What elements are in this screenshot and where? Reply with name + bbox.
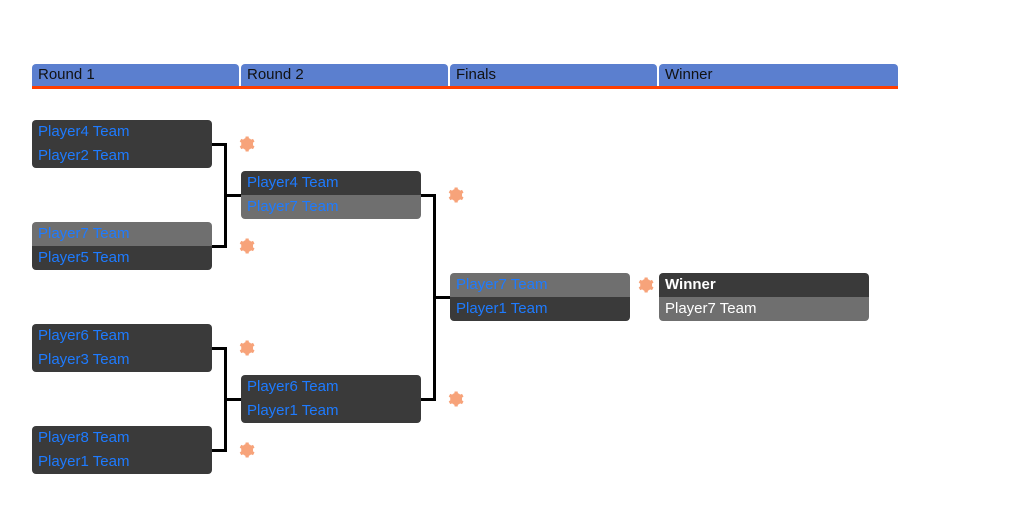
winner-label: Winner [659, 273, 869, 297]
winner-name: Player7 Team [659, 297, 869, 321]
header-underline [32, 86, 898, 89]
team-slot[interactable]: Player8 Team [32, 426, 212, 450]
team-slot[interactable]: Player7 Team [241, 195, 421, 219]
team-slot[interactable]: Player3 Team [32, 348, 212, 372]
round-header-1: Round 1 [32, 64, 239, 86]
match-r1-4: Player8 Team Player1 Team [32, 426, 212, 474]
match-r1-3: Player6 Team Player3 Team [32, 324, 212, 372]
team-slot[interactable]: Player4 Team [32, 120, 212, 144]
team-slot[interactable]: Player1 Team [241, 399, 421, 423]
gear-icon[interactable] [237, 441, 255, 459]
bracket-line [433, 296, 450, 299]
team-slot[interactable]: Player6 Team [241, 375, 421, 399]
gear-icon[interactable] [446, 186, 464, 204]
round-header-2: Round 2 [241, 64, 448, 86]
team-slot[interactable]: Player7 Team [450, 273, 630, 297]
gear-icon[interactable] [636, 276, 654, 294]
match-r2-1: Player4 Team Player7 Team [241, 171, 421, 219]
round-header-4: Winner [659, 64, 898, 86]
team-slot[interactable]: Player1 Team [450, 297, 630, 321]
bracket-line [224, 398, 241, 401]
gear-icon[interactable] [237, 237, 255, 255]
match-r2-2: Player6 Team Player1 Team [241, 375, 421, 423]
gear-icon[interactable] [237, 135, 255, 153]
winner-box: Winner Player7 Team [659, 273, 869, 321]
match-r1-2: Player7 Team Player5 Team [32, 222, 212, 270]
gear-icon[interactable] [237, 339, 255, 357]
bracket-line [224, 194, 241, 197]
team-slot[interactable]: Player5 Team [32, 246, 212, 270]
match-final: Player7 Team Player1 Team [450, 273, 630, 321]
team-slot[interactable]: Player1 Team [32, 450, 212, 474]
team-slot[interactable]: Player7 Team [32, 222, 212, 246]
team-slot[interactable]: Player2 Team [32, 144, 212, 168]
round-header-3: Finals [450, 64, 657, 86]
match-r1-1: Player4 Team Player2 Team [32, 120, 212, 168]
team-slot[interactable]: Player4 Team [241, 171, 421, 195]
gear-icon[interactable] [446, 390, 464, 408]
team-slot[interactable]: Player6 Team [32, 324, 212, 348]
